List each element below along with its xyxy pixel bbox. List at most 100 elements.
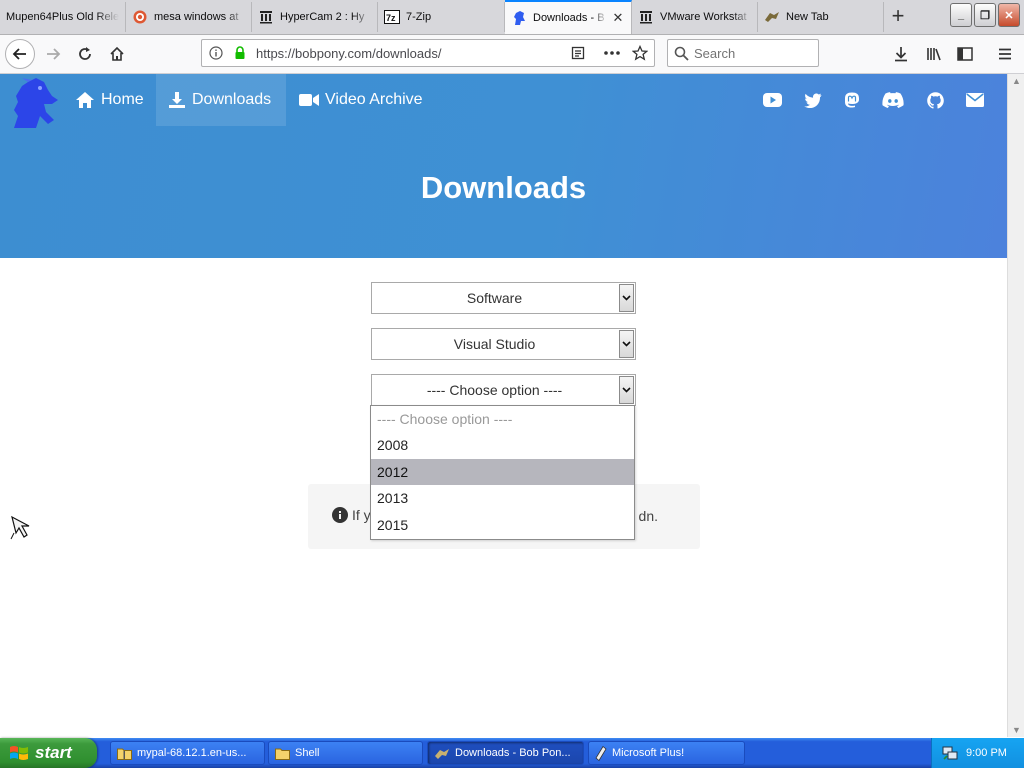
info-circle-icon xyxy=(332,507,348,523)
zip-folder-icon xyxy=(117,747,132,760)
system-clock: 9:00 PM xyxy=(966,747,1007,759)
dropdown-option-placeholder[interactable]: ---- Choose option ---- xyxy=(371,406,634,432)
tab-label: Downloads - B xyxy=(533,12,605,24)
email-icon[interactable] xyxy=(965,90,985,110)
info-icon[interactable] xyxy=(206,46,226,60)
close-tab-icon[interactable]: ✕ xyxy=(611,10,625,26)
home-button[interactable] xyxy=(102,39,132,69)
scroll-up-icon[interactable]: ▲ xyxy=(1008,74,1024,88)
tab-label: VMware Workstat xyxy=(660,11,747,23)
page-viewport: Home Downloads Video Archive Downloads S… xyxy=(0,74,1007,737)
youtube-icon[interactable] xyxy=(762,90,782,110)
dropdown-option-2012[interactable]: 2012 xyxy=(371,458,634,486)
tab-label: mesa windows at xyxy=(154,11,239,23)
category-select-value: Software xyxy=(466,290,523,306)
menu-button[interactable] xyxy=(990,39,1020,69)
tab-mupen64plus[interactable]: Mupen64Plus Old Rele xyxy=(0,2,126,32)
nav-downloads-label: Downloads xyxy=(192,91,272,108)
version-dropdown-list: ---- Choose option ---- 2008 2012 2013 2… xyxy=(370,405,635,540)
reload-button[interactable] xyxy=(70,39,100,69)
nav-downloads[interactable]: Downloads xyxy=(156,74,286,126)
taskbar-item-label: Shell xyxy=(295,747,320,759)
nav-video-archive[interactable]: Video Archive xyxy=(287,74,437,126)
tab-strip: Mupen64Plus Old Rele mesa windows at Hyp… xyxy=(0,0,1024,35)
discord-icon[interactable] xyxy=(881,90,905,110)
page-scrollbar[interactable]: ▲ ▼ xyxy=(1007,74,1024,737)
twitter-icon[interactable] xyxy=(803,90,823,110)
dropdown-option-2013[interactable]: 2013 xyxy=(371,485,634,511)
reload-icon xyxy=(79,47,91,60)
nav-video-archive-label: Video Archive xyxy=(325,91,423,108)
nav-home[interactable]: Home xyxy=(63,74,156,126)
chevron-down-icon[interactable] xyxy=(619,330,634,358)
chevron-down-icon[interactable] xyxy=(619,376,634,404)
tab-label: 7-Zip xyxy=(406,11,432,23)
tab-label: Mupen64Plus Old Rele xyxy=(6,11,119,23)
archive-org-icon xyxy=(258,9,274,25)
search-box[interactable]: Search xyxy=(667,39,819,67)
taskbar-item-label: Microsoft Plus! xyxy=(612,747,685,759)
taskbar-item-microsoft-plus[interactable]: Microsoft Plus! xyxy=(588,741,745,765)
close-window-button[interactable]: ✕ xyxy=(998,3,1020,27)
sidebar-icon xyxy=(957,47,973,61)
product-select[interactable]: Visual Studio xyxy=(371,328,636,360)
scroll-down-icon[interactable]: ▼ xyxy=(1008,723,1024,737)
bobpony-icon xyxy=(764,9,780,25)
site-logo[interactable] xyxy=(8,76,60,128)
network-tray-icon[interactable] xyxy=(942,746,958,761)
taskbar: start mypal-68.12.1.en-us... Shell Downl… xyxy=(0,738,1024,768)
tab-downloads[interactable]: Downloads - B ✕ xyxy=(505,0,632,34)
search-icon xyxy=(668,46,694,61)
start-button[interactable]: start xyxy=(0,738,97,768)
downloads-button[interactable] xyxy=(886,39,916,69)
duckduckgo-icon xyxy=(132,9,148,25)
back-button[interactable] xyxy=(5,39,35,69)
tab-vmware[interactable]: VMware Workstat xyxy=(632,2,758,32)
sidebar-button[interactable] xyxy=(950,39,980,69)
dropdown-option-2015[interactable]: 2015 xyxy=(371,512,634,538)
tab-hypercam[interactable]: HyperCam 2 : Hy xyxy=(252,2,378,32)
address-bar[interactable]: https://bobpony.com/downloads/ xyxy=(201,39,655,67)
nav-home-label: Home xyxy=(101,91,144,108)
chevron-down-icon[interactable] xyxy=(619,284,634,312)
lock-icon[interactable] xyxy=(230,46,250,60)
bobpony-icon xyxy=(434,747,450,760)
github-icon[interactable] xyxy=(925,90,945,110)
url-text[interactable]: https://bobpony.com/downloads/ xyxy=(256,46,564,61)
tab-new-tab[interactable]: New Tab xyxy=(758,2,884,32)
tab-label: New Tab xyxy=(786,11,829,23)
forward-button[interactable] xyxy=(38,39,68,69)
microsoft-plus-icon xyxy=(595,745,607,761)
tab-label: HyperCam 2 : Hy xyxy=(280,11,365,23)
library-icon xyxy=(927,48,941,61)
taskbar-item-shell[interactable]: Shell xyxy=(268,741,423,765)
bookmark-star-icon[interactable] xyxy=(626,45,654,61)
home-icon xyxy=(110,46,124,61)
download-arrow-icon xyxy=(895,47,907,62)
arrow-right-icon xyxy=(47,48,61,60)
navigation-toolbar: https://bobpony.com/downloads/ Search xyxy=(0,35,1024,74)
minimize-button[interactable]: _ xyxy=(950,3,972,27)
version-select[interactable]: ---- Choose option ---- xyxy=(371,374,636,406)
restore-button[interactable]: ❐ xyxy=(974,3,996,27)
window-controls: _ ❐ ✕ xyxy=(950,3,1020,27)
mouse-cursor-icon xyxy=(10,515,32,544)
start-label: start xyxy=(35,743,72,762)
mastodon-icon[interactable] xyxy=(842,90,862,110)
svg-text:7z: 7z xyxy=(386,13,396,23)
video-camera-icon xyxy=(299,93,319,107)
category-select[interactable]: Software xyxy=(371,282,636,314)
taskbar-item-label: mypal-68.12.1.en-us... xyxy=(137,747,247,759)
taskbar-item-label: Downloads - Bob Pon... xyxy=(455,747,571,759)
windows-flag-icon xyxy=(9,744,29,762)
reader-view-icon[interactable] xyxy=(564,46,592,60)
tab-7zip[interactable]: 7z 7-Zip xyxy=(378,2,505,32)
page-actions-icon[interactable] xyxy=(598,50,626,56)
site-navbar: Home Downloads Video Archive xyxy=(0,74,1007,128)
library-button[interactable] xyxy=(919,39,949,69)
taskbar-item-mypal[interactable]: mypal-68.12.1.en-us... xyxy=(110,741,265,765)
tab-mesa-windows[interactable]: mesa windows at xyxy=(126,2,252,32)
dropdown-option-2008[interactable]: 2008 xyxy=(371,432,634,458)
taskbar-item-downloads[interactable]: Downloads - Bob Pon... xyxy=(427,741,584,765)
new-tab-button[interactable]: + xyxy=(884,4,912,30)
